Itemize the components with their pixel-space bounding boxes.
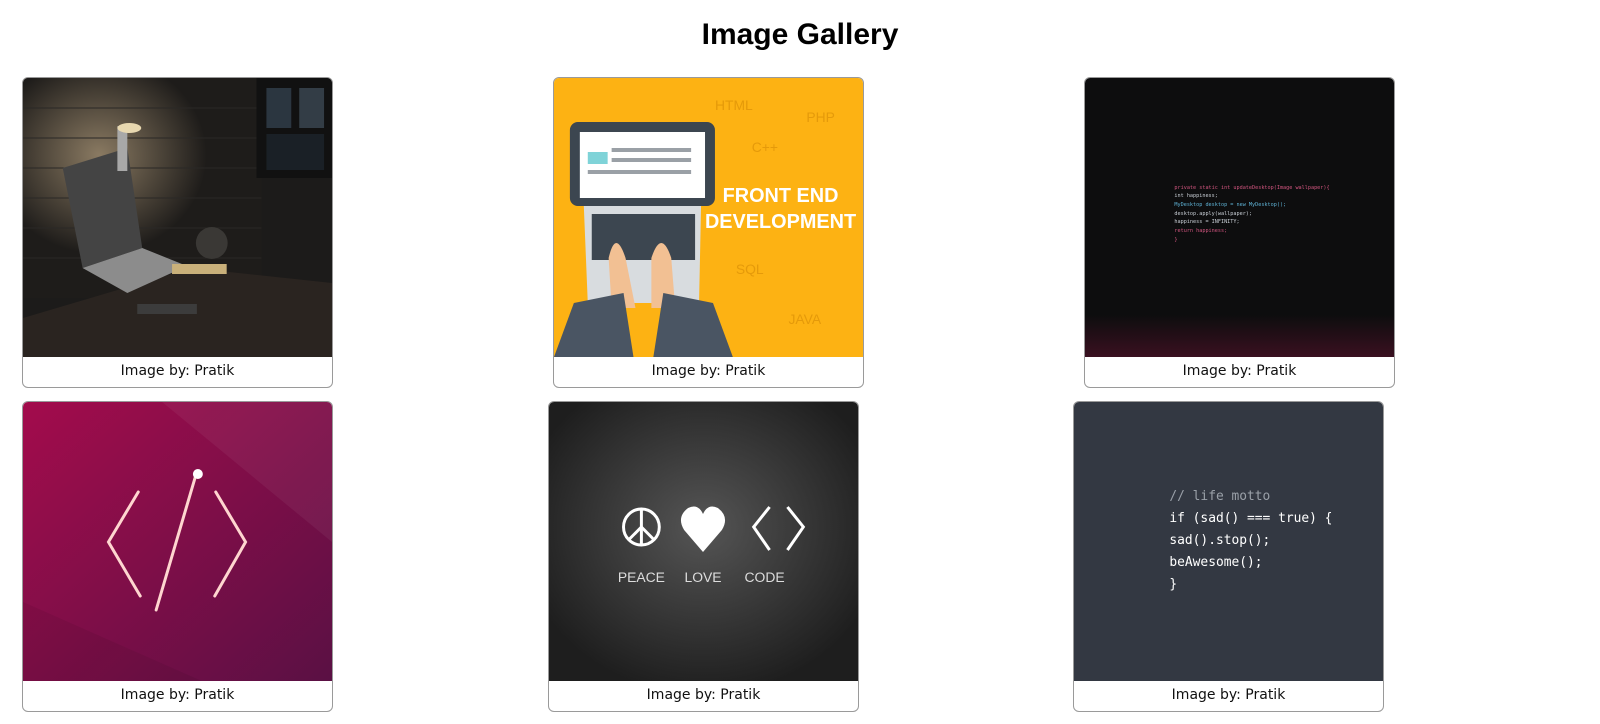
art-headline-2: DEVELOPMENT <box>705 211 856 233</box>
gallery-card[interactable]: // life motto if (sad() === true) { sad(… <box>1073 401 1384 712</box>
code-line: if (sad() === true) { <box>1169 511 1332 526</box>
gallery-card[interactable]: HTML PHP C++ SQL JAVA FRONT END DEVELOPM… <box>553 77 864 388</box>
code-line: happiness = INFINITY; <box>1174 219 1239 225</box>
gallery-card[interactable]: Image by: Pratik <box>22 401 333 712</box>
image-caption: Image by: Pratik <box>1182 363 1297 379</box>
code-line: // life motto <box>1169 489 1270 504</box>
code-line: int happiness; <box>1174 193 1217 199</box>
gallery-image-desk[interactable] <box>23 78 332 357</box>
art-lang-html: HTML <box>715 97 753 113</box>
gallery-card[interactable]: Image by: Pratik <box>22 77 333 388</box>
art-lang-sql: SQL <box>736 261 764 277</box>
gallery-image-dark-code[interactable]: private static int updateDesktop(Image w… <box>1085 78 1394 357</box>
image-caption: Image by: Pratik <box>651 363 766 379</box>
code-line: return happiness; <box>1174 228 1227 234</box>
gallery-image-life-motto[interactable]: // life motto if (sad() === true) { sad(… <box>1074 402 1383 681</box>
image-caption: Image by: Pratik <box>646 687 761 703</box>
image-caption: Image by: Pratik <box>120 363 235 379</box>
code-line: private static int updateDesktop(Image w… <box>1174 185 1329 191</box>
image-caption: Image by: Pratik <box>120 687 235 703</box>
code-line: sad().stop(); <box>1169 533 1270 548</box>
gallery-image-peace-love-code[interactable]: PEACE LOVE CODE <box>549 402 858 681</box>
gallery-card[interactable]: PEACE LOVE CODE Image by: Pratik <box>548 401 859 712</box>
gallery-image-frontend[interactable]: HTML PHP C++ SQL JAVA FRONT END DEVELOPM… <box>554 78 863 357</box>
code-line: } <box>1169 577 1177 592</box>
code-line: desktop.apply(wallpaper); <box>1174 211 1252 217</box>
art-headline-1: FRONT END <box>723 185 839 207</box>
art-label-code: CODE <box>745 569 785 585</box>
art-label-peace: PEACE <box>618 569 665 585</box>
code-line: MyDesktop desktop = new MyDesktop(); <box>1174 202 1286 208</box>
gallery-card[interactable]: private static int updateDesktop(Image w… <box>1084 77 1395 388</box>
code-line: } <box>1174 237 1177 243</box>
art-lang-java: JAVA <box>788 311 821 327</box>
art-label-love: LOVE <box>684 569 721 585</box>
art-lang-cpp: C++ <box>752 139 778 155</box>
gallery-image-neon-code[interactable] <box>23 402 332 681</box>
art-lang-php: PHP <box>806 109 835 125</box>
image-caption: Image by: Pratik <box>1171 687 1286 703</box>
code-line: beAwesome(); <box>1169 555 1262 570</box>
page-title: Image Gallery <box>701 18 899 51</box>
